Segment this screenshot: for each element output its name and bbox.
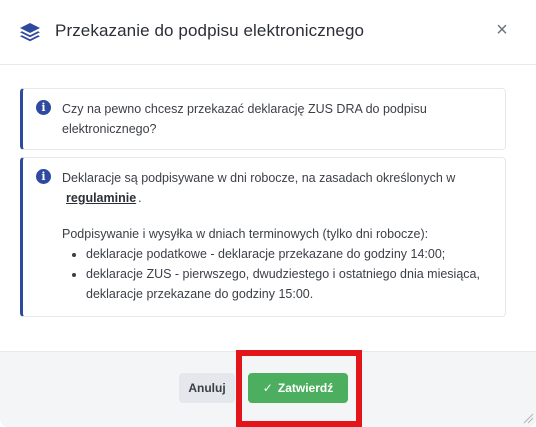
rules-list: deklaracje podatkowe - deklaracje przeka…: [62, 244, 482, 304]
confirm-button-label: Zatwierdź: [277, 381, 334, 395]
list-item: deklaracje ZUS - pierwszego, dwudziesteg…: [86, 264, 482, 304]
regulations-link[interactable]: regulaminie: [66, 191, 136, 205]
rules-intro: Deklaracje są podpisywane w dni robocze,…: [62, 171, 456, 185]
dialog-title: Przekazanie do podpisu elektronicznego: [55, 21, 365, 40]
resize-grip-icon[interactable]: [522, 412, 534, 424]
dialog: Przekazanie do podpisu elektronicznego ×…: [0, 0, 536, 427]
close-icon[interactable]: ×: [493, 20, 511, 40]
info-icon: i: [36, 100, 51, 115]
dialog-header: Przekazanie do podpisu elektronicznego ×: [0, 0, 536, 65]
dialog-footer: Anuluj ✓ Zatwierdź: [0, 351, 536, 427]
confirm-button[interactable]: ✓ Zatwierdź: [248, 373, 348, 403]
layers-icon: [20, 23, 40, 42]
check-icon: ✓: [262, 381, 273, 395]
signing-rules-text: Deklaracje są podpisywane w dni robocze,…: [62, 168, 482, 304]
confirmation-question: Czy na pewno chcesz przekazać deklarację…: [62, 102, 427, 136]
rules-subheading: Podpisywanie i wysyłka w dniach terminow…: [62, 227, 429, 241]
dialog-body: i Czy na pewno chcesz przekazać deklarac…: [0, 65, 536, 351]
confirmation-info-box: i Czy na pewno chcesz przekazać deklarac…: [20, 88, 506, 150]
signing-rules-info-box: i Deklaracje są podpisywane w dni robocz…: [20, 157, 506, 317]
info-icon: i: [36, 169, 51, 184]
list-item: deklaracje podatkowe - deklaracje przeka…: [86, 244, 482, 264]
cancel-button[interactable]: Anuluj: [179, 373, 235, 403]
